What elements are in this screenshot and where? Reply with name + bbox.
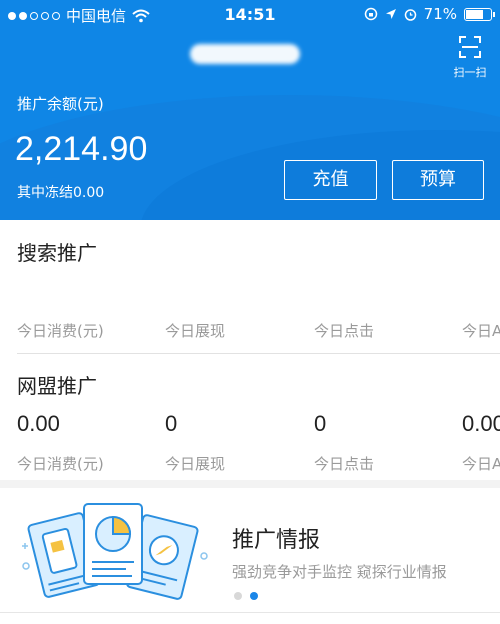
banner-title: 推广情报: [232, 528, 321, 553]
stat-today-avg: 0.00 今日A: [462, 411, 500, 474]
alarm-icon: [404, 8, 416, 21]
stat-label: 今日消费(元): [17, 322, 104, 340]
stat-label: 今日A: [462, 455, 500, 473]
stat-today-impressions: 今日展现: [165, 278, 305, 341]
alliance-promo-section[interactable]: 网盟推广 0.00 今日消费(元) 0 今日展现 0 今日点击 0.00 今日A: [0, 354, 500, 480]
stat-today-clicks: 今日点击: [314, 278, 454, 341]
search-promo-section[interactable]: 搜索推广 今日消费(元) 今日展现 今日点击 今日A: [0, 220, 500, 354]
stat-today-spend: 今日消费(元): [17, 278, 157, 341]
scan-label: 扫一扫: [453, 66, 487, 79]
stat-label: 今日展现: [165, 455, 226, 473]
stat-label: 今日点击: [314, 322, 375, 340]
section-gap: [0, 480, 500, 488]
recharge-button[interactable]: 充值: [284, 160, 377, 200]
balance-label: 推广余额(元): [17, 95, 104, 113]
account-name-obscured: [190, 44, 300, 64]
report-illustration-icon: [22, 503, 208, 600]
stat-value: 0: [314, 411, 327, 436]
stat-label: 今日A: [462, 322, 500, 340]
stat-value: 0.00: [17, 411, 60, 436]
stat-value-obscured: [314, 278, 454, 308]
scan-button[interactable]: 扫一扫: [448, 36, 492, 82]
stat-today-impressions: 0 今日展现: [165, 411, 305, 474]
banner-subtitle: 强劲竞争对手监控 窥探行业情报: [232, 563, 447, 581]
section-title: 搜索推广: [17, 241, 97, 265]
frozen-amount: 其中冻结0.00: [17, 185, 105, 201]
pager-dot-active[interactable]: [250, 592, 258, 600]
battery-percent: 71%: [423, 5, 457, 23]
balance-value: 2,214.90: [15, 130, 148, 168]
section-title: 网盟推广: [17, 374, 97, 398]
stat-today-avg: 今日A: [462, 278, 500, 341]
bottom-divider: [0, 612, 500, 613]
stat-value-obscured: [462, 278, 500, 308]
status-bar: 中国电信 14:51 71%: [0, 0, 500, 30]
stat-value-obscured: [165, 278, 305, 308]
stat-today-clicks: 0 今日点击: [314, 411, 454, 474]
stat-value-obscured: [17, 278, 157, 308]
rotation-lock-icon: [364, 7, 377, 21]
scan-icon: [459, 36, 481, 58]
pager-dot[interactable]: [234, 592, 242, 600]
budget-button[interactable]: 预算: [392, 160, 484, 200]
account-header: 中国电信 14:51 71% 扫一扫 推广余额(元) 2,214.90 其中冻结…: [0, 0, 500, 220]
stat-label: 今日消费(元): [17, 455, 104, 473]
stat-label: 今日展现: [165, 322, 226, 340]
stat-value: 0: [165, 411, 178, 436]
stat-value: 0.00: [462, 411, 500, 436]
stat-label: 今日点击: [314, 455, 375, 473]
battery-icon: [464, 7, 495, 21]
carousel-pager[interactable]: [234, 592, 258, 600]
stat-today-spend: 0.00 今日消费(元): [17, 411, 157, 474]
location-icon: [385, 9, 396, 19]
